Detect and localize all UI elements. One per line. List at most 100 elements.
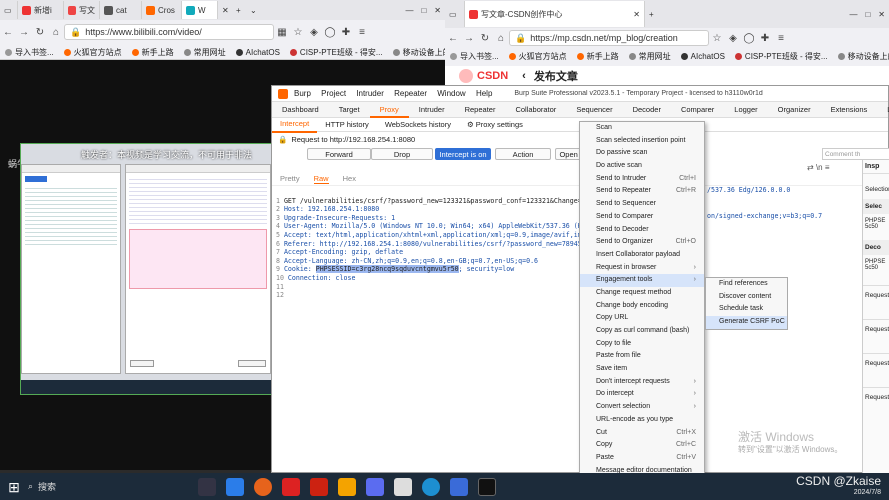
menu-item[interactable]: Copy Ctrl+C (580, 439, 704, 452)
menu-item[interactable]: Engagement tools › (580, 274, 704, 287)
menu-intruder[interactable]: Intruder (356, 89, 384, 98)
menu-item[interactable]: Send to Organizer Ctrl+O (580, 236, 704, 249)
submenu-item[interactable]: Schedule task (706, 303, 787, 316)
bookmark-item[interactable]: 导入书签... (445, 51, 504, 62)
reload-icon[interactable]: ↻ (32, 27, 48, 38)
tab-comparer[interactable]: Comparer (671, 102, 724, 118)
bookmark-item[interactable]: 移动设备上的书签 (388, 47, 445, 58)
inspector-section[interactable]: Deco (863, 240, 889, 255)
submenu-item[interactable]: Generate CSRF PoC (706, 316, 787, 329)
menu-item[interactable]: Cut Ctrl+X (580, 427, 704, 440)
menu-item[interactable]: Copy to file (580, 338, 704, 351)
menu-window[interactable]: Window (437, 89, 465, 98)
menu-item[interactable]: Send to Intruder Ctrl+I (580, 173, 704, 186)
menu-icon[interactable]: ≡ (825, 163, 830, 172)
back-arrow-icon[interactable]: ‹ (522, 70, 526, 82)
inspector-request-item[interactable]: Request (863, 353, 889, 373)
menu-item[interactable]: Send to Decoder (580, 224, 704, 237)
bookmark-item[interactable]: CISP-PTE班级 - 得安... (730, 51, 833, 62)
back-icon[interactable]: ← (445, 33, 461, 44)
tab-intruder[interactable]: Intruder (409, 102, 455, 118)
bookmark-item[interactable]: 常用网址 (179, 47, 231, 58)
address-bar[interactable]: 🔒 https://mp.csdn.net/mp_blog/creation (509, 30, 709, 46)
inspector-request-item[interactable]: Request (863, 387, 889, 407)
menu-project[interactable]: Project (321, 89, 346, 98)
bookmark-item[interactable]: 移动设备上的书签 (833, 51, 889, 62)
forward-button[interactable]: Forward (307, 148, 371, 160)
wrap-icon[interactable]: ⇄ (807, 163, 816, 172)
wps-taskbar-icon[interactable] (310, 477, 328, 496)
view-tab-raw[interactable]: Raw (313, 174, 329, 184)
action-button[interactable]: Action (495, 148, 551, 160)
menu-item[interactable]: URL-encode as you type (580, 414, 704, 427)
newline-icon[interactable]: \n (816, 163, 825, 172)
tab-organizer[interactable]: Organizer (768, 102, 821, 118)
minimize-icon[interactable]: — (401, 1, 417, 19)
tab-decoder[interactable]: Decoder (623, 102, 671, 118)
taskbar-app-icon[interactable] (450, 477, 468, 496)
menu-item[interactable]: Copy URL (580, 312, 704, 325)
inspector-request-item[interactable]: Request (863, 285, 889, 305)
sidebar-toggle-icon[interactable]: ▭ (0, 1, 18, 19)
menu-item[interactable]: Do intercept › (580, 388, 704, 401)
menu-item[interactable]: Insert Collaborator payload (580, 249, 704, 262)
bookmark-star-icon[interactable]: ☆ (290, 27, 306, 38)
menu-item[interactable]: Send to Comparer (580, 211, 704, 224)
menu-item[interactable]: Scan selected insertion point (580, 135, 704, 148)
bookmark-item[interactable]: 火狐官方站点 (59, 47, 127, 58)
qr-icon[interactable]: ▦ (274, 27, 290, 38)
forward-icon[interactable]: → (16, 27, 32, 38)
menu-item[interactable]: Copy as curl command (bash) (580, 325, 704, 338)
bookmark-item[interactable]: 火狐官方站点 (504, 51, 572, 62)
bookmark-star-icon[interactable]: ☆ (709, 33, 725, 44)
menu-item[interactable]: Do passive scan (580, 147, 704, 160)
new-tab-icon[interactable]: + (232, 1, 246, 19)
close-window-icon[interactable]: ✕ (874, 5, 889, 23)
bookmark-item[interactable]: AIchatOS (676, 52, 730, 61)
tab-extensions[interactable]: Extensions (821, 102, 878, 118)
csdn-logo[interactable]: CSDN (477, 70, 508, 82)
subtab-http-history[interactable]: HTTP history (317, 118, 377, 132)
address-bar[interactable]: 🔒 https://www.bilibili.com/video/ (64, 24, 274, 40)
taskbar-clock[interactable]: CSDN @Zkaise 2024/7/8 (796, 475, 881, 498)
menu-item[interactable]: Send to Sequencer (580, 198, 704, 211)
windows-start-icon[interactable]: ⊞ (5, 478, 23, 496)
task-view-icon[interactable] (198, 477, 216, 496)
tab-collaborator[interactable]: Collaborator (505, 102, 566, 118)
menu-help[interactable]: Help (476, 89, 492, 98)
menu-item[interactable]: Save item (580, 363, 704, 376)
shield-icon[interactable]: ◈ (306, 27, 322, 38)
menu-item[interactable]: Paste from file (580, 350, 704, 363)
home-icon[interactable]: ⌂ (48, 27, 64, 38)
maximize-icon[interactable]: □ (417, 1, 430, 19)
menu-item[interactable]: Send to Repeater Ctrl+R (580, 185, 704, 198)
subtab-websockets-history[interactable]: WebSockets history (377, 118, 459, 132)
tab-dashboard[interactable]: Dashboard (272, 102, 329, 118)
bookmark-item[interactable]: 新手上路 (127, 47, 179, 58)
menu-repeater[interactable]: Repeater (394, 89, 427, 98)
extensions-icon[interactable]: ✚ (338, 27, 354, 38)
close-window-icon[interactable]: ✕ (430, 1, 445, 19)
drop-button[interactable]: Drop (371, 148, 433, 160)
tab-proxy[interactable]: Proxy (369, 102, 409, 118)
menu-item[interactable]: Paste Ctrl+V (580, 452, 704, 465)
taskbar-app-icon[interactable] (282, 477, 300, 496)
menu-item[interactable]: Request in browser › (580, 262, 704, 275)
account-icon[interactable]: ◯ (741, 33, 757, 44)
inspector-request-item[interactable]: Request (863, 319, 889, 339)
menu-item[interactable]: Scan (580, 122, 704, 135)
shield-icon[interactable]: ◈ (725, 33, 741, 44)
view-tab-hex[interactable]: Hex (343, 174, 356, 183)
tab-target[interactable]: Target (329, 102, 370, 118)
menu-item[interactable]: Change request method (580, 287, 704, 300)
avatar[interactable] (459, 68, 473, 83)
subtab-intercept[interactable]: Intercept (272, 117, 318, 133)
tab-logger[interactable]: Logger (724, 102, 767, 118)
tab-close-icon[interactable]: ✕ (633, 10, 640, 19)
menu-burp[interactable]: Burp (294, 89, 311, 98)
maximize-icon[interactable]: □ (861, 5, 874, 23)
browser-tab-active[interactable]: W (182, 1, 218, 19)
tab-learn[interactable]: Learn (877, 102, 889, 118)
extensions-icon[interactable]: ✚ (757, 33, 773, 44)
forward-icon[interactable]: → (461, 33, 477, 44)
